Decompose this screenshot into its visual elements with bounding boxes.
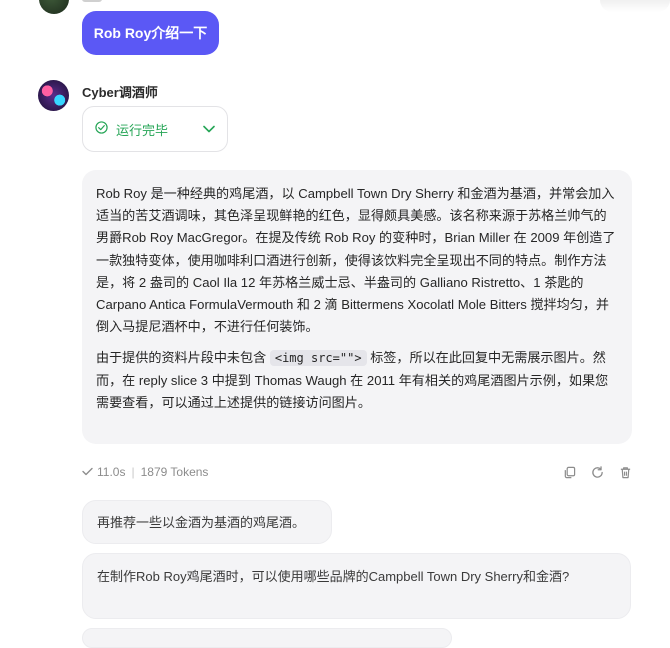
answer-p2-text-before: 由于提供的资料片段中未包含	[96, 350, 270, 366]
copy-icon[interactable]	[562, 465, 576, 479]
answer-paragraph-2: 由于提供的资料片段中未包含 <img src=""> 标签，所以在此回复中无需展…	[96, 347, 618, 414]
check-circle-icon	[95, 121, 108, 137]
bot-avatar	[38, 80, 69, 111]
trash-icon[interactable]	[618, 465, 632, 479]
user-name	[82, 0, 102, 2]
meta-divider: |	[131, 465, 135, 479]
suggested-question-text: 在制作Rob Roy鸡尾酒时，可以使用哪些品牌的Campbell Town Dr…	[97, 569, 570, 584]
token-count: 1879 Tokens	[140, 465, 209, 479]
answer-paragraph-1: Rob Roy 是一种经典的鸡尾酒，以 Campbell Town Dry Sh…	[96, 186, 616, 335]
run-status-label: 运行完毕	[116, 122, 169, 138]
user-message-text: Rob Roy介绍一下	[93, 25, 208, 41]
suggested-question-2[interactable]: 在制作Rob Roy鸡尾酒时，可以使用哪些品牌的Campbell Town Dr…	[82, 553, 631, 619]
user-message-bubble: Rob Roy介绍一下	[82, 11, 219, 55]
run-status-toggle[interactable]: 运行完毕	[82, 106, 228, 152]
bot-answer-bubble: Rob Roy 是一种经典的鸡尾酒，以 Campbell Town Dry Sh…	[82, 170, 632, 444]
chevron-down-icon[interactable]	[203, 122, 215, 136]
top-edge-shadow	[600, 0, 670, 12]
answer-meta-bar: 11.0s | 1879 Tokens	[82, 463, 632, 481]
suggested-question-1[interactable]: 再推荐一些以金酒为基酒的鸡尾酒。	[82, 500, 332, 544]
suggested-question-3[interactable]	[82, 628, 452, 648]
bot-name: Cyber调酒师	[82, 85, 158, 100]
answer-actions	[562, 465, 632, 479]
refresh-icon[interactable]	[590, 465, 604, 479]
suggested-question-text: 再推荐一些以金酒为基酒的鸡尾酒。	[97, 515, 306, 530]
checkmark-icon	[82, 465, 93, 479]
response-time: 11.0s	[97, 465, 126, 479]
inline-code: <img src="">	[269, 350, 367, 367]
user-avatar	[39, 0, 69, 14]
